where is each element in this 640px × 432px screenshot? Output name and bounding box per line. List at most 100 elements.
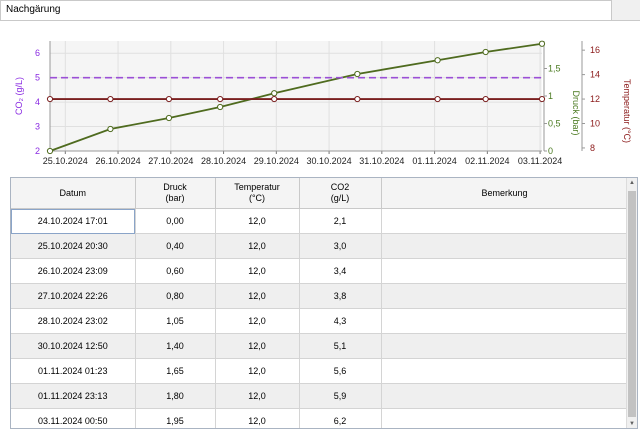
plot-area [50,41,542,151]
table-header: Datum Druck (bar) Temperatur (°C) CO2 (g/L) Bem… [11,178,629,209]
table-cell[interactable] [381,258,629,284]
co2-tick-label: 2 [35,146,40,156]
table-row[interactable]: 01.11.2024 01:23 1,65 12,0 5,6 [11,358,629,384]
x-tick-label: 30.10.2024 [307,156,352,166]
table-row[interactable]: 27.10.2024 22:26 0,80 12,0 3,8 [11,283,629,309]
table-cell[interactable]: 0,40 [135,233,216,259]
table-row[interactable]: 03.11.2024 00:50 1,95 12,0 6,2 [11,408,629,428]
tab-bar-background [612,0,640,20]
column-header[interactable]: Bemerkung [381,178,629,209]
column-header[interactable]: CO2 (g/L) [299,178,382,209]
table-cell[interactable]: 0,00 [135,208,216,234]
table-cell[interactable]: 01.11.2024 23:13 [11,383,136,409]
temperature-axis-title: Temperatur (°C) [622,79,632,143]
vertical-scrollbar[interactable]: ▲ ▼ [626,178,637,428]
column-header-label: CO2 [330,182,350,192]
table-cell[interactable]: 3,4 [299,258,382,284]
co2-tick-label: 3 [35,122,40,132]
co2-axis-title: CO₂ (g/L) [14,77,24,115]
temperature-data-point [217,95,224,103]
column-header-label: Bemerkung [481,187,528,198]
temperature-tick-label: 12 [590,94,600,104]
table-row[interactable]: 24.10.2024 17:01 0,00 12,0 2,1 [11,208,629,234]
table-cell[interactable]: 1,80 [135,383,216,409]
druck-tick-label: 0,5 [548,119,561,129]
table-cell[interactable] [381,233,629,259]
table-cell[interactable]: 01.11.2024 01:23 [11,358,136,384]
tab-label: Nachgärung [6,4,61,15]
temperature-tick-label: 10 [590,119,600,129]
table-cell[interactable]: 25.10.2024 20:30 [11,233,136,259]
table-cell[interactable]: 30.10.2024 12:50 [11,333,136,359]
data-table: Datum Druck (bar) Temperatur (°C) CO2 (g/L) Bem… [10,177,638,429]
table-cell[interactable] [381,308,629,334]
table-cell[interactable]: 26.10.2024 23:09 [11,258,136,284]
table-cell[interactable]: 28.10.2024 23:02 [11,308,136,334]
temperature-data-point [107,95,114,103]
table-row[interactable]: 30.10.2024 12:50 1,40 12,0 5,1 [11,333,629,359]
table-cell[interactable]: 1,95 [135,408,216,428]
table-row[interactable]: 26.10.2024 23:09 0,60 12,0 3,4 [11,258,629,284]
temperature-data-point [482,95,489,103]
table-cell[interactable]: 12,0 [215,308,300,334]
table-cell[interactable] [381,358,629,384]
table-cell[interactable]: 12,0 [215,208,300,234]
table-cell[interactable]: 5,6 [299,358,382,384]
table-cell[interactable]: 1,40 [135,333,216,359]
table-cell[interactable]: 12,0 [215,233,300,259]
table-cell[interactable]: 03.11.2024 00:50 [11,408,136,428]
table-cell[interactable] [381,333,629,359]
table-cell[interactable] [381,408,629,428]
table-row[interactable]: 25.10.2024 20:30 0,40 12,0 3,0 [11,233,629,259]
x-tick-label: 27.10.2024 [148,156,193,166]
temperature-tick-label: 8 [590,143,595,153]
scrollbar-thumb[interactable] [628,191,636,417]
table-cell[interactable]: 3,8 [299,283,382,309]
x-tick-label: 26.10.2024 [96,156,141,166]
table-cell[interactable]: 12,0 [215,333,300,359]
table-row[interactable]: 01.11.2024 23:13 1,80 12,0 5,9 [11,383,629,409]
table-cell[interactable]: 12,0 [215,358,300,384]
druck-data-point [538,40,546,47]
column-header[interactable]: Temperatur (°C) [215,178,300,209]
column-header[interactable]: Druck (bar) [135,178,216,209]
table-cell[interactable]: 5,1 [299,333,382,359]
table-row[interactable]: 28.10.2024 23:02 1,05 12,0 4,3 [11,308,629,334]
column-header-unit: (bar) [165,193,185,203]
table-cell[interactable]: 12,0 [215,258,300,284]
table-cell[interactable]: 24.10.2024 17:01 [11,208,136,234]
druck-tick-label: 1,5 [548,64,561,74]
co2-tick-label: 5 [35,73,40,83]
table-cell[interactable]: 6,2 [299,408,382,428]
table-cell[interactable]: 0,60 [135,258,216,284]
column-header-label: Temperatur [234,182,280,192]
table-cell[interactable] [381,383,629,409]
table-cell[interactable] [381,283,629,309]
table-cell[interactable]: 12,0 [215,283,300,309]
temperature-data-point [46,95,54,103]
table-cell[interactable]: 12,0 [215,408,300,428]
co2-tick-label: 6 [35,48,40,58]
temperature-data-point [354,95,361,103]
scroll-up-icon[interactable]: ▲ [627,178,637,189]
x-tick-label: 31.10.2024 [359,156,404,166]
table-cell[interactable]: 27.10.2024 22:26 [11,283,136,309]
table-cell[interactable]: 4,3 [299,308,382,334]
tab-nachgaerung[interactable]: Nachgärung [0,0,612,20]
fermentation-chart: 25.10.2024 26.10.2024 27.10.2024 28.10.2024… [14,40,632,166]
table-cell[interactable]: 5,9 [299,383,382,409]
table-body: 24.10.2024 17:01 0,00 12,0 2,1 25.10.2024 20… [11,208,629,428]
table-cell[interactable]: 2,1 [299,208,382,234]
co2-tick-label: 4 [35,97,40,107]
table-cell[interactable]: 1,05 [135,308,216,334]
druck-data-point [482,48,489,56]
table-cell[interactable]: 12,0 [215,383,300,409]
table-cell[interactable]: 0,80 [135,283,216,309]
scroll-down-icon[interactable]: ▼ [627,419,637,428]
table-cell[interactable] [381,208,629,234]
table-cell[interactable]: 1,65 [135,358,216,384]
table-cell[interactable]: 3,0 [299,233,382,259]
column-header-unit: (g/L) [330,193,350,203]
druck-axis-title: Druck (bar) [571,90,581,135]
column-header[interactable]: Datum [11,178,136,209]
